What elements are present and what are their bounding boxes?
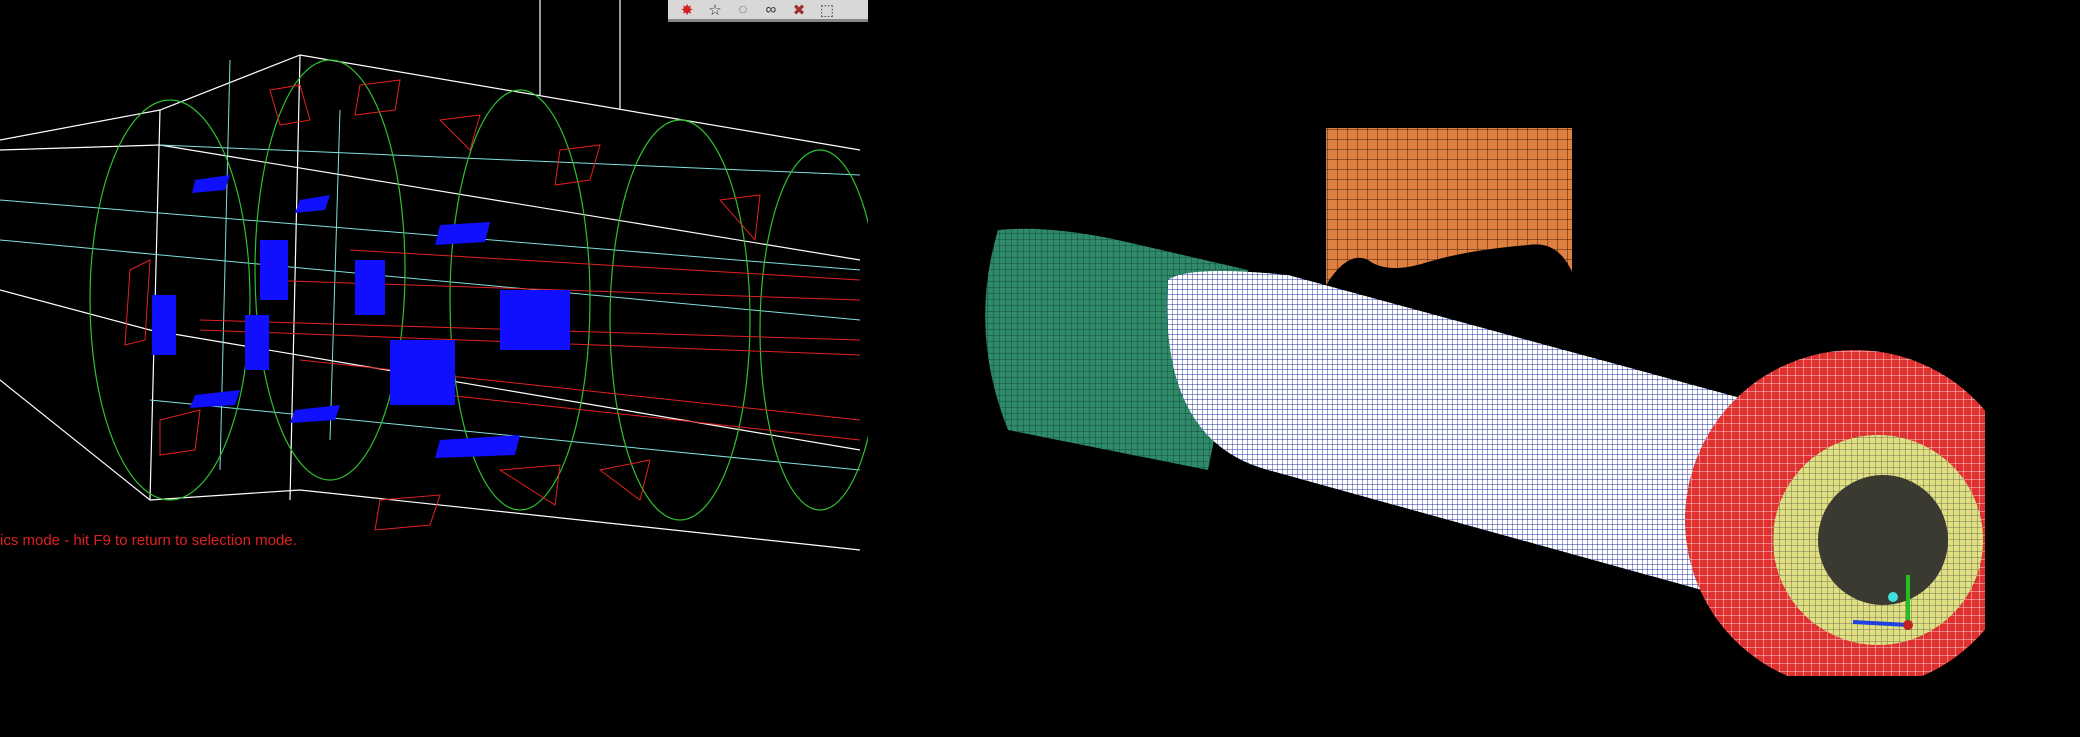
select-burst-icon[interactable]: ✸ <box>676 1 698 19</box>
mesh-viewport[interactable] <box>868 0 2080 736</box>
box-select-icon[interactable]: ⬚ <box>816 1 838 19</box>
orange-panel <box>1326 128 1572 285</box>
wireframe-geometry <box>0 0 868 551</box>
lasso-star-icon[interactable]: ☆ <box>704 1 726 19</box>
lasso-loop-icon[interactable]: ∞ <box>760 1 782 19</box>
deselect-icon[interactable]: ✖ <box>788 1 810 19</box>
status-message: ics mode - hit F9 to return to selection… <box>0 532 297 549</box>
lasso-circle-icon[interactable]: ◌ <box>732 1 754 19</box>
geometry-viewport[interactable]: ✸ ☆ ◌ ∞ ✖ ⬚ ics mode - hit F9 to return … <box>0 0 868 560</box>
selection-toolbar: ✸ ☆ ◌ ∞ ✖ ⬚ <box>668 0 868 22</box>
tube-mesh <box>1167 271 1748 600</box>
mesh-model <box>985 128 2080 736</box>
